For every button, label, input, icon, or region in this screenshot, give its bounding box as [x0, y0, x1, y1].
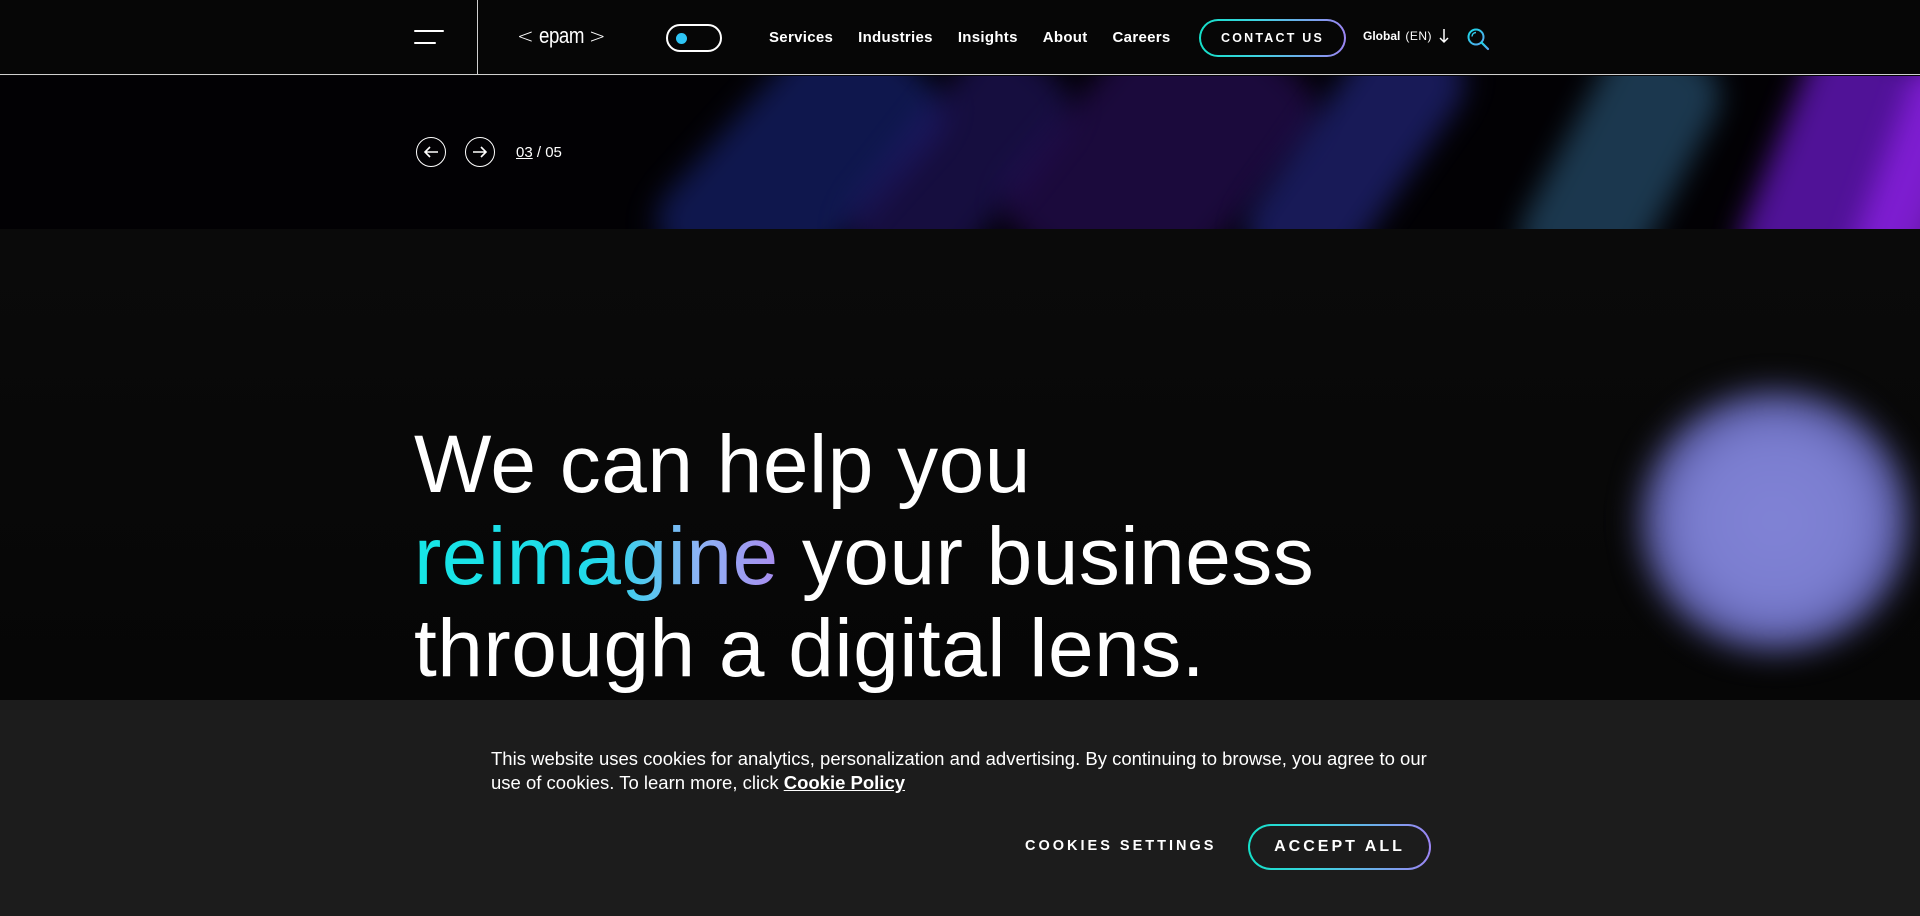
- cookies-settings-button[interactable]: COOKIES SETTINGS: [1025, 838, 1216, 854]
- cookie-message: This website uses cookies for analytics,…: [491, 748, 1427, 793]
- main-nav: Services Industries Insights About Caree…: [769, 0, 1171, 75]
- epam-logo[interactable]: < epam >: [517, 20, 606, 52]
- theme-toggle[interactable]: [666, 24, 722, 52]
- carousel-controls: 03 / 05: [416, 137, 562, 167]
- carousel-prev-button[interactable]: [416, 137, 446, 167]
- slide-counter: 03 / 05: [516, 143, 562, 161]
- arrow-left-icon: [423, 146, 438, 158]
- search-icon[interactable]: [1466, 27, 1490, 56]
- nav-industries[interactable]: Industries: [858, 29, 933, 46]
- hero-headline: We can help you reimagine your business …: [414, 419, 1315, 694]
- hamburger-menu-icon[interactable]: [414, 27, 448, 47]
- contact-us-button[interactable]: CONTACT US: [1199, 19, 1346, 57]
- hero-banner-image: [0, 76, 1920, 229]
- arrow-right-icon: [473, 146, 488, 158]
- arrow-down-icon: [1439, 29, 1449, 44]
- site-header: < epam > Services Industries Insights Ab…: [0, 0, 1920, 75]
- decorative-orb: [1640, 390, 1910, 652]
- carousel-next-button[interactable]: [465, 137, 495, 167]
- cookie-banner: This website uses cookies for analytics,…: [0, 700, 1920, 916]
- nav-careers[interactable]: Careers: [1113, 29, 1171, 46]
- header-divider: [477, 0, 478, 75]
- hero-section: We can help you reimagine your business …: [0, 229, 1920, 700]
- total-slides: 05: [545, 143, 562, 161]
- toggle-knob: [676, 33, 687, 44]
- language-selector[interactable]: Global (EN): [1363, 28, 1449, 44]
- headline-highlight: reimagine: [414, 511, 779, 602]
- nav-about[interactable]: About: [1043, 29, 1088, 46]
- nav-services[interactable]: Services: [769, 29, 833, 46]
- cookie-policy-link[interactable]: Cookie Policy: [784, 772, 905, 793]
- accept-all-button[interactable]: ACCEPT ALL: [1248, 824, 1431, 870]
- current-slide[interactable]: 03: [516, 144, 533, 161]
- nav-insights[interactable]: Insights: [958, 29, 1018, 46]
